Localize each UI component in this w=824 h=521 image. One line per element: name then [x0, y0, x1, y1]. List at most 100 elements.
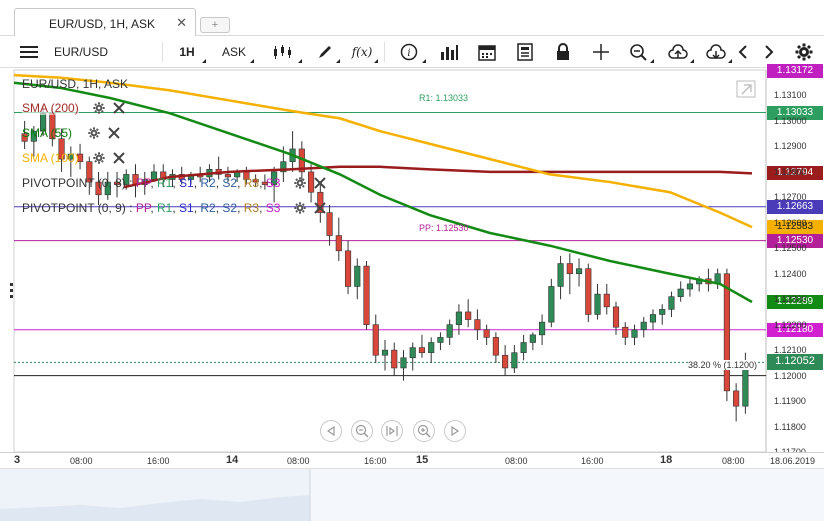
candle-body — [612, 306, 620, 328]
y-tick-label: 1.12600 — [774, 217, 807, 228]
reset-zoom-button[interactable] — [381, 420, 403, 442]
price-label: 1.12052 — [767, 354, 823, 371]
x-tick-label: 16:00 — [364, 456, 387, 466]
zoom-out-button[interactable] — [351, 420, 373, 442]
y-tick-label: 1.13100 — [774, 90, 807, 101]
zoom-in-icon — [417, 424, 431, 438]
remove-indicator-close-icon[interactable] — [108, 127, 120, 142]
candle-body — [465, 311, 472, 320]
pivot9-s1: S1 — [179, 201, 194, 215]
pivot8-s2: S2 — [222, 176, 238, 190]
candle-body — [492, 337, 499, 356]
expand-chart-button[interactable] — [736, 80, 758, 100]
x-tick-label: 08:00 — [70, 456, 93, 466]
remove-indicator-close-icon[interactable] — [113, 102, 125, 117]
x-tick-label: 16:00 — [147, 456, 170, 466]
candle-body — [372, 324, 379, 356]
candle-body — [575, 268, 583, 275]
indicator-settings-gear-icon[interactable] — [294, 177, 306, 192]
indicator-settings-gear-icon[interactable] — [93, 102, 105, 117]
x-tick-label: 16:00 — [581, 456, 604, 466]
legend-sma200[interactable]: SMA (200) — [22, 101, 79, 115]
candle-body — [557, 263, 564, 287]
y-tick-label: 1.12100 — [774, 345, 807, 356]
candle-body — [649, 314, 657, 323]
candle-body — [659, 309, 666, 315]
candle-body — [326, 212, 333, 236]
candle — [363, 261, 370, 330]
x-tick-label: 18.06.2019 — [770, 456, 816, 466]
pivot8-pp: PP — [135, 176, 151, 190]
candle-body — [733, 390, 740, 407]
panel-resize-handle[interactable] — [10, 283, 13, 299]
y-tick-label: 1.12700 — [774, 192, 807, 203]
candle — [585, 263, 592, 323]
pivot9-r1: R1 — [156, 201, 173, 215]
pp-annotation: PP: 1.12530 — [419, 223, 469, 233]
candle-body — [409, 347, 416, 359]
remove-indicator-close-icon[interactable] — [314, 177, 326, 192]
zoom-out-icon — [355, 424, 369, 438]
pivot9-r3: R3 — [243, 201, 260, 215]
r1-annotation: R1: 1.13033 — [419, 93, 469, 103]
x-tick-label: 14 — [226, 454, 239, 466]
pivot9-label: PIVOTPOINT (0, 9) — [22, 201, 126, 215]
x-tick-label: 08:00 — [287, 456, 310, 466]
plot-area — [13, 69, 767, 453]
candle-body — [428, 342, 435, 353]
triangle-right-icon — [451, 426, 460, 436]
pivot8-s1: S1 — [179, 176, 194, 190]
y-tick-label: 1.12000 — [774, 370, 807, 381]
candle-body — [622, 326, 629, 338]
candle-body — [529, 334, 536, 343]
candle-body — [381, 349, 389, 356]
y-tick-label: 1.11800 — [774, 421, 806, 432]
pivot8-label: PIVOTPOINT (0, 8) — [22, 176, 126, 190]
candle-body — [668, 296, 675, 310]
candle-body — [677, 288, 684, 297]
y-tick-label: 1.12300 — [774, 294, 807, 305]
candle-body — [520, 342, 527, 353]
candle-body — [483, 329, 490, 338]
pivot8-s3: S3 — [265, 176, 281, 190]
candle-body — [686, 283, 694, 290]
pivot9-r2: R2 — [200, 201, 216, 215]
legend-sma55[interactable]: SMA (55) — [22, 126, 72, 140]
remove-indicator-close-icon[interactable] — [314, 202, 326, 217]
candle-body — [548, 286, 555, 323]
triangle-left-icon — [326, 426, 335, 436]
remove-indicator-close-icon[interactable] — [113, 152, 125, 167]
candle-body — [391, 349, 398, 369]
indicator-settings-gear-icon[interactable] — [88, 127, 100, 142]
indicator-settings-gear-icon[interactable] — [294, 202, 306, 217]
x-tick-label: 18 — [660, 454, 673, 466]
scroll-back-button[interactable] — [320, 420, 342, 442]
scroll-forward-button[interactable] — [444, 420, 466, 442]
navigator-chart — [0, 469, 311, 521]
legend-sma100[interactable]: SMA (100) — [22, 151, 79, 165]
candle-body — [446, 324, 453, 338]
candle-body — [585, 268, 592, 315]
indicator-settings-gear-icon[interactable] — [93, 152, 105, 167]
price-label: 1.13172 — [767, 64, 823, 78]
pivot9-s3: S3 — [265, 201, 281, 215]
legend-sma200-label: SMA (200) — [22, 101, 79, 115]
pivot8-colon: : — [129, 176, 133, 190]
candle-body — [437, 337, 444, 343]
y-tick-label: 1.12500 — [774, 243, 807, 254]
pivot8-r1: R1 — [156, 176, 173, 190]
candle-body — [474, 319, 481, 331]
legend-pivotpoint-9[interactable]: PIVOTPOINT (0, 9) : PP, R1, S1, R2, S2, … — [22, 201, 280, 215]
x-tick-label: 08:00 — [722, 456, 745, 466]
navigator-panel[interactable] — [0, 468, 824, 521]
time-axis: 3 08:00 16:00 14 08:00 16:00 15 08:00 16:00 18 08:… — [0, 452, 824, 468]
candle-body — [502, 354, 509, 369]
fit-icon — [386, 426, 398, 436]
y-tick-label: 1.12900 — [774, 141, 807, 152]
candle-body — [631, 329, 638, 338]
legend-pivotpoint-8[interactable]: PIVOTPOINT (0, 8) : PP, R1, S1, R2, S2, … — [22, 176, 280, 190]
zoom-in-button[interactable] — [413, 420, 435, 442]
candle-body — [418, 347, 426, 353]
candle-body — [344, 250, 352, 287]
candle-body — [723, 273, 730, 392]
